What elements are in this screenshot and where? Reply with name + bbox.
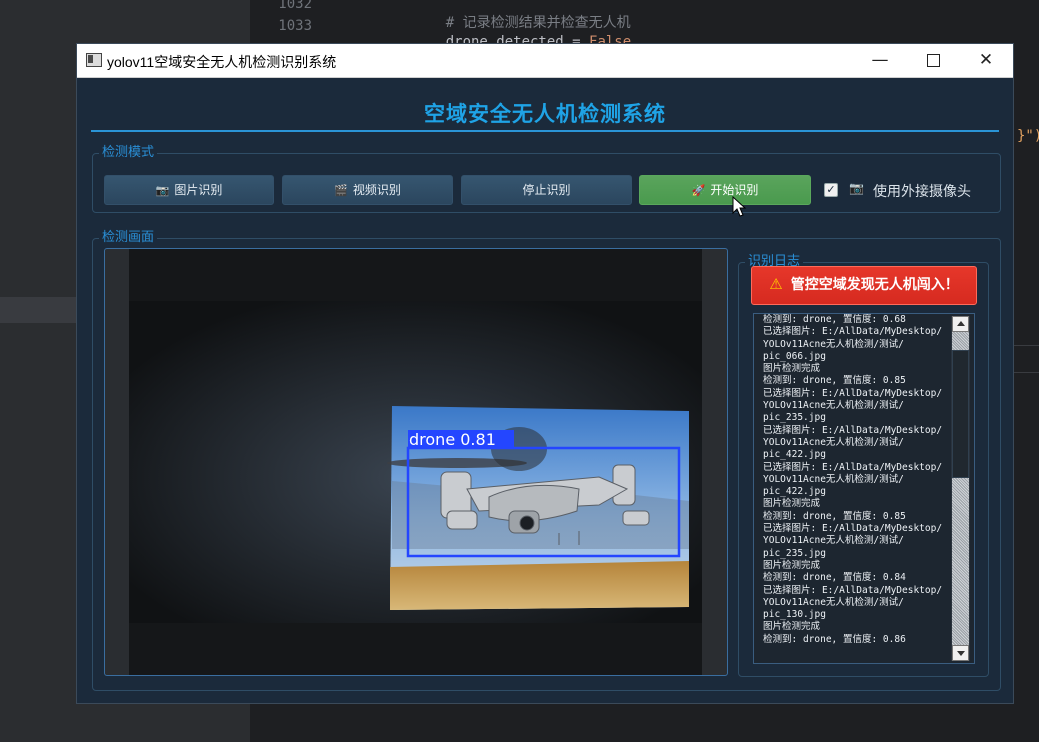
image-detect-label: 图片识别 [174,183,223,197]
video-detect-button[interactable]: 🎬 视频识别 [282,175,453,205]
stop-detect-button[interactable]: 停止识别 [461,175,632,205]
log-line: pic_066.jpg [763,350,826,362]
video-detect-label: 视频识别 [352,183,401,197]
log-line: 已选择图片: E:/AllData/MyDesktop/ [763,584,943,596]
camera-icon: 📷 [155,184,170,197]
log-line: pic_422.jpg [763,486,826,498]
log-line: 检测到: drone, 置信度: 0.85 [763,510,906,522]
log-line: YOLOv11Acne无人机检测/测试/ [763,436,904,448]
external-camera-label[interactable]: 使用外接摄像头 [873,181,971,201]
log-line: 检测到: drone, 置信度: 0.84 [763,572,906,584]
heading-underline [91,130,999,132]
code-fragment: }") [1017,128,1039,144]
external-camera-checkbox[interactable]: ✓ [824,183,838,197]
log-text-area[interactable]: 检测到: drone, 置信度: 0.68 已选择图片: E:/AllData/M… [753,313,975,664]
detection-view-title: 检测画面 [102,230,155,245]
log-line: 图片检测完成 [763,621,821,633]
maximize-button[interactable] [906,44,960,77]
photo-ground [390,561,689,610]
detection-display: drone 0.81 [104,248,728,676]
maximize-icon [926,53,940,67]
detection-image: drone 0.81 [129,249,702,675]
start-detect-button[interactable]: 🚀 开始识别 [639,175,811,205]
log-line: 检测到: drone, 置信度: 0.86 [763,633,906,645]
log-line: 检测到: drone, 置信度: 0.68 [763,314,906,325]
app-window: yolov11空域安全无人机检测识别系统 — ✕ 空域安全无人机检测系统 检测模… [76,43,1014,704]
log-line: 图片检测完成 [763,498,821,510]
log-line: pic_422.jpg [763,449,826,461]
log-line: 已选择图片: E:/AllData/MyDesktop/ [763,523,943,535]
log-scrollbar[interactable] [951,316,970,661]
scroll-thumb[interactable] [952,350,969,478]
log-line: 图片检测完成 [763,559,821,571]
window-title: yolov11空域安全无人机检测识别系统 [107,54,337,70]
line-number: 1033 [278,18,312,34]
log-line: YOLOv11Acne无人机检测/测试/ [763,400,904,412]
log-line: 检测到: drone, 置信度: 0.85 [763,375,906,387]
title-bar[interactable]: yolov11空域安全无人机检测识别系统 — ✕ [77,44,1013,78]
log-line: YOLOv11Acne无人机检测/测试/ [763,473,904,485]
app-heading: 空域安全无人机检测系统 [424,101,666,126]
log-line: 图片检测完成 [763,363,821,375]
ide-caret-row [1014,345,1039,373]
start-detect-label: 开始识别 [710,183,759,197]
log-line: 已选择图片: E:/AllData/MyDesktop/ [763,461,943,473]
log-line: pic_130.jpg [763,609,826,621]
log-line: YOLOv11Acne无人机检测/测试/ [763,338,904,350]
detection-image-svg: drone 0.81 [129,249,702,675]
minimize-button[interactable]: — [853,44,907,77]
mouse-cursor-icon [732,196,747,217]
app-icon [86,53,102,67]
log-line: 已选择图片: E:/AllData/MyDesktop/ [763,326,943,338]
detection-label: drone 0.81 [409,430,496,449]
log-line: 已选择图片: E:/AllData/MyDesktop/ [763,387,943,399]
ide-selected-row [0,297,78,323]
intrusion-alert: ⚠ 管控空域发现无人机闯入！ [751,266,977,305]
log-lines: 检测到: drone, 置信度: 0.68 已选择图片: E:/AllData/M… [763,314,953,646]
detection-mode-title: 检测模式 [102,145,155,160]
line-number: 1032 [278,0,312,12]
log-line: YOLOv11Acne无人机检测/测试/ [763,535,904,547]
log-line: pic_235.jpg [763,412,826,424]
log-line: pic_235.jpg [763,547,826,559]
stop-detect-label: 停止识别 [522,183,571,197]
camera-icon: 📷 [849,181,864,195]
scroll-down-icon[interactable] [952,645,969,661]
log-line: 已选择图片: E:/AllData/MyDesktop/ [763,424,943,436]
rocket-icon: 🚀 [691,184,706,197]
alert-text: 管控空域发现无人机闯入！ [790,277,959,293]
close-button[interactable]: ✕ [959,44,1013,77]
clapper-icon: 🎬 [334,184,348,197]
log-line: YOLOv11Acne无人机检测/测试/ [763,596,904,608]
scroll-up-icon[interactable] [952,316,969,332]
image-detect-button[interactable]: 📷 图片识别 [104,175,274,205]
warning-icon: ⚠ [769,275,783,293]
